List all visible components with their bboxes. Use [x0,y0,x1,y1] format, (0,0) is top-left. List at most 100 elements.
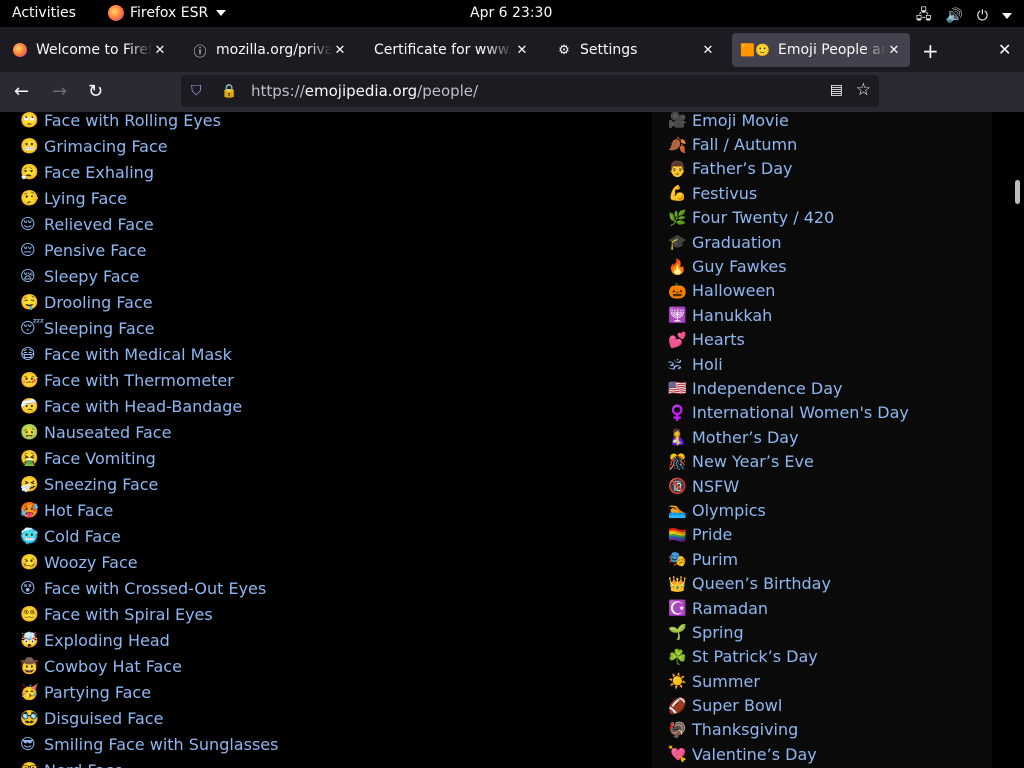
tab-welcome[interactable]: Welcome to Firefox ✕ [4,33,176,67]
emoji-link[interactable]: Face with Rolling Eyes [44,112,221,130]
emoji-item[interactable]: 🤠 Cowboy Hat Face [20,653,278,679]
emoji-link[interactable]: Face with Crossed-Out Eyes [44,579,266,598]
tab-emojipedia[interactable]: 🟧🙂 Emoji People and Smileys ✕ [732,33,910,67]
event-link[interactable]: Fall / Autumn [692,135,797,154]
emoji-link[interactable]: Relieved Face [44,215,154,234]
emoji-item[interactable]: 😌 Relieved Face [20,211,278,237]
emoji-link[interactable]: Drooling Face [44,293,153,312]
emoji-item[interactable]: 😎 Smiling Face with Sunglasses [20,731,278,757]
emoji-link[interactable]: Nerd Face [44,761,124,768]
event-item[interactable]: 💪 Festivus [668,181,909,205]
forward-button[interactable]: → [52,82,67,102]
event-link[interactable]: Queen’s Birthday [692,574,831,593]
emoji-link[interactable]: Partying Face [44,683,151,702]
tracking-protection-shield-icon[interactable]: ⛉ [191,83,207,99]
tab-settings[interactable]: ⚙ Settings ✕ [548,33,724,67]
emoji-item[interactable]: 🥸 Disguised Face [20,705,278,731]
emoji-item[interactable]: 😮‍💨 Face Exhaling [20,159,278,185]
event-item[interactable]: ☘️ St Patrick’s Day [668,645,909,669]
event-link[interactable]: Olympics [692,501,766,520]
emoji-link[interactable]: Cold Face [44,527,121,546]
emoji-item[interactable]: 😴 Sleeping Face [20,315,278,341]
emoji-link[interactable]: Lying Face [44,189,127,208]
event-link[interactable]: Hearts [692,330,745,349]
event-link[interactable]: Spring [692,623,744,642]
close-icon[interactable]: ✕ [886,43,902,58]
emoji-item[interactable]: 🤯 Exploding Head [20,627,278,653]
emoji-link[interactable]: Face with Head-Bandage [44,397,242,416]
event-item[interactable]: 🕎 Hanukkah [668,303,909,327]
event-link[interactable]: Pride [692,525,732,544]
activities-button[interactable]: Activities [12,5,76,21]
event-item[interactable]: 🎓 Graduation [668,230,909,254]
emoji-item[interactable]: 🥳 Partying Face [20,679,278,705]
emoji-item[interactable]: 🥵 Hot Face [20,497,278,523]
event-item[interactable]: ♀️ International Women's Day [668,401,909,425]
event-link[interactable]: NSFW [692,477,739,496]
event-item[interactable]: 🌱 Spring [668,620,909,644]
emoji-link[interactable]: Cowboy Hat Face [44,657,182,676]
emoji-item[interactable]: 😪 Sleepy Face [20,263,278,289]
event-item[interactable]: 🇺🇸 Independence Day [668,376,909,400]
event-item[interactable]: 👑 Queen’s Birthday [668,571,909,595]
emoji-link[interactable]: Face with Medical Mask [44,345,232,364]
close-icon[interactable]: ✕ [514,43,530,58]
event-item[interactable]: 🦃 Thanksgiving [668,718,909,742]
emoji-item[interactable]: 🤒 Face with Thermometer [20,367,278,393]
new-tab-button[interactable]: + [922,39,939,63]
event-link[interactable]: St Patrick’s Day [692,647,818,666]
emoji-link[interactable]: Face Exhaling [44,163,154,182]
app-menu[interactable]: Firefox ESR [108,5,227,21]
event-link[interactable]: Independence Day [692,379,842,398]
event-link[interactable]: Super Bowl [692,696,782,715]
event-link[interactable]: Halloween [692,281,775,300]
bookmark-star-icon[interactable]: ☆ [856,80,871,100]
event-item[interactable]: 👨 Father’s Day [668,157,909,181]
reader-view-icon[interactable]: ▤ [830,82,843,98]
emoji-item[interactable]: 😔 Pensive Face [20,237,278,263]
tab-certificate[interactable]: Certificate for www.mozilla ✕ [366,33,538,67]
emoji-link[interactable]: Pensive Face [44,241,146,260]
event-item[interactable]: 💕 Hearts [668,328,909,352]
event-item[interactable]: 🎥 Emoji Movie [668,112,909,132]
emoji-link[interactable]: Exploding Head [44,631,170,650]
event-item[interactable]: 🤱 Mother’s Day [668,425,909,449]
event-link[interactable]: Thanksgiving [692,720,798,739]
event-item[interactable]: 💘 Valentine’s Day [668,742,909,766]
event-item[interactable]: 🏳️‍🌈 Pride [668,523,909,547]
clock[interactable]: Apr 6 23:30 [470,5,552,21]
lock-icon[interactable]: 🔒 [221,84,237,99]
event-item[interactable]: 🍂 Fall / Autumn [668,132,909,156]
event-item[interactable]: ☪️ Ramadan [668,596,909,620]
emoji-item[interactable]: 🤢 Nauseated Face [20,419,278,445]
close-window-button[interactable]: ✕ [998,40,1011,59]
emoji-item[interactable]: 🤕 Face with Head-Bandage [20,393,278,419]
emoji-link[interactable]: Face Vomiting [44,449,156,468]
emoji-item[interactable]: 🤥 Lying Face [20,185,278,211]
event-item[interactable]: 🔥 Guy Fawkes [668,254,909,278]
event-item[interactable]: 🕉 Holi [668,352,909,376]
emoji-link[interactable]: Face with Spiral Eyes [44,605,213,624]
emoji-link[interactable]: Sneezing Face [44,475,158,494]
tab-privacy[interactable]: ⓘ mozilla.org/privacy ✕ [184,33,356,67]
system-status-area[interactable]: 🖧 🔊 ⏻ [916,4,1012,28]
event-link[interactable]: Father’s Day [692,159,792,178]
reload-button[interactable]: ↻ [88,82,103,102]
emoji-link[interactable]: Grimacing Face [44,137,168,156]
emoji-item[interactable]: 😬 Grimacing Face [20,133,278,159]
url-bar[interactable]: ⛉ 🔒 https://emojipedia.org/people/ ▤ ☆ [181,75,879,107]
event-item[interactable]: 🎃 Halloween [668,279,909,303]
event-link[interactable]: Hanukkah [692,306,772,325]
emoji-item[interactable]: 🥶 Cold Face [20,523,278,549]
back-button[interactable]: ← [14,82,29,102]
emoji-link[interactable]: Nauseated Face [44,423,171,442]
event-link[interactable]: Valentine’s Day [692,745,817,764]
url-text[interactable]: https://emojipedia.org/people/ [251,82,478,100]
emoji-item[interactable]: 🙄 Face with Rolling Eyes [20,112,278,133]
event-link[interactable]: Ramadan [692,599,768,618]
event-link[interactable]: Graduation [692,233,782,252]
event-link[interactable]: Summer [692,672,760,691]
event-link[interactable]: Festivus [692,184,757,203]
emoji-item[interactable]: 🤮 Face Vomiting [20,445,278,471]
emoji-item[interactable]: 😵 Face with Crossed-Out Eyes [20,575,278,601]
